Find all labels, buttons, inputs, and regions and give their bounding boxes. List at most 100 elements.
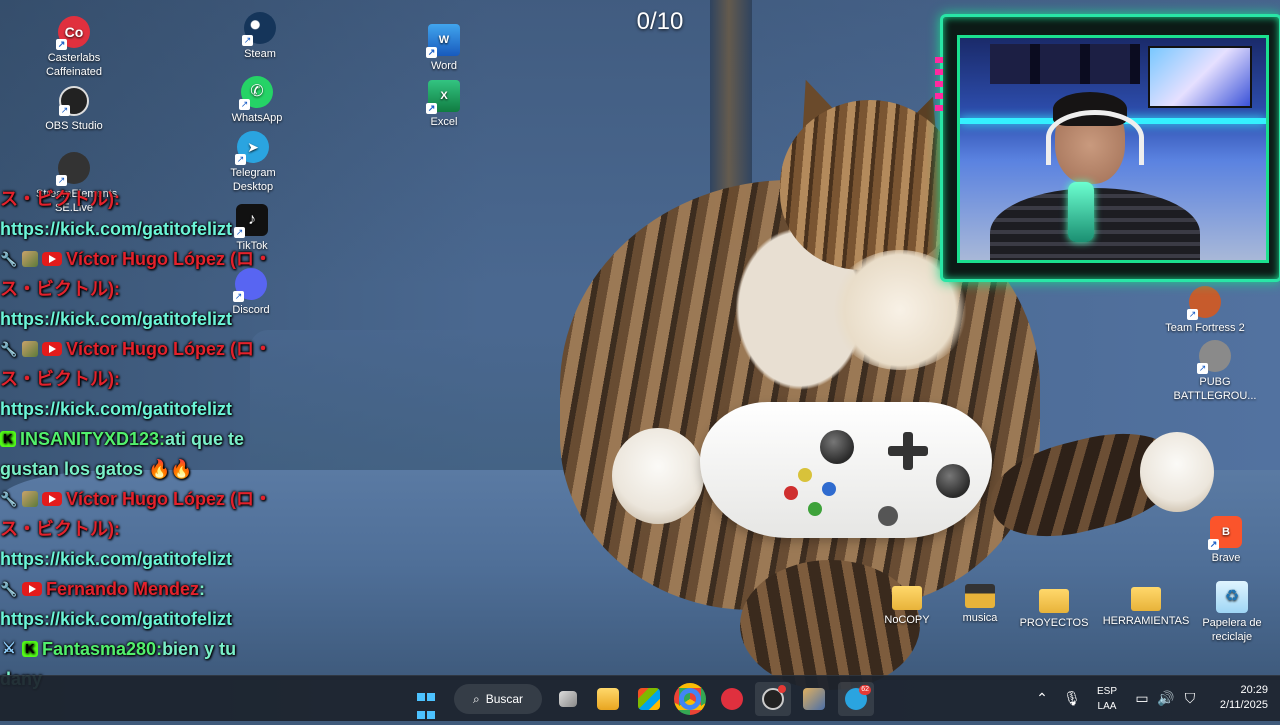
desktop-icon-label: PUBG BATTLEGROU... <box>1173 376 1257 402</box>
kick-icon: K <box>0 431 16 447</box>
clock-date: 2/11/2025 <box>1219 699 1268 711</box>
search-label: Buscar <box>485 692 524 706</box>
chat-username: Fernando Mendez <box>46 579 200 599</box>
taskbar-store[interactable] <box>631 682 667 716</box>
controller-x-button <box>822 482 836 496</box>
chevron-up-icon[interactable]: ⌃ <box>1030 690 1054 707</box>
volume-icon[interactable]: 🔊 <box>1154 690 1178 707</box>
wrench-icon: 🔧 <box>0 581 18 597</box>
obs-icon: ↗ <box>59 86 89 116</box>
clock-time: 20:29 <box>1240 684 1268 696</box>
controller-left-stick <box>820 430 854 464</box>
chat-line: 🔧 Víctor Hugo López (ロ・ <box>0 244 290 274</box>
youtube-icon <box>42 342 62 356</box>
taskbar-obs[interactable] <box>755 682 791 716</box>
youtube-icon <box>22 582 42 596</box>
desktop-icon-brave[interactable]: B ↗ Brave <box>1188 516 1264 565</box>
desktop-icon-label: Casterlabs Caffeinated <box>45 52 103 78</box>
desktop-icon-label: NoCOPY <box>884 614 930 626</box>
chat-username-continuation: ス・ビクトル): <box>0 189 120 209</box>
desktop-folder-nocopy[interactable]: NoCOPY <box>869 586 945 627</box>
taskbar-game[interactable] <box>796 682 832 716</box>
desktop-icon-label: Word <box>430 60 458 72</box>
system-tray: ⌃ 🎙 <box>1030 676 1084 721</box>
language-code: ESP <box>1096 686 1117 697</box>
controller-right-stick <box>936 464 970 498</box>
taskbar-file-explorer[interactable] <box>590 682 626 716</box>
chat-line: ス・ビクトル): <box>0 364 290 394</box>
desktop-icon-pubg[interactable]: ↗ PUBG BATTLEGROU... <box>1172 340 1258 403</box>
search-icon: ⌕ <box>472 691 480 706</box>
desktop-icon-word[interactable]: W ↗ Word <box>406 24 482 73</box>
chat-username-continuation: ス・ビクトル): <box>0 369 120 389</box>
folder-icon <box>892 586 922 610</box>
desktop-folder-herramientas[interactable]: HERRAMIENTAS <box>1102 587 1190 628</box>
chat-link: https://kick.com/gatitofelizt <box>0 609 233 629</box>
sword-icon: ⚔ <box>2 640 16 657</box>
windows-icon <box>416 689 436 719</box>
chat-message: bien y tu <box>162 639 237 659</box>
microphone-icon[interactable]: 🎙 <box>1060 690 1084 707</box>
chat-username: Fantasma280: <box>42 639 163 659</box>
chat-line: ス・ビクトル): <box>0 514 290 544</box>
excel-icon: X ↗ <box>426 80 460 114</box>
chat-link: https://kick.com/gatitofelizt <box>0 309 233 329</box>
desktop-icon-whatsapp[interactable]: ✆ ↗ WhatsApp <box>219 76 295 125</box>
taskbar-search[interactable]: ⌕ Buscar <box>454 684 542 714</box>
pubg-icon: ↗ <box>1197 340 1231 374</box>
chat-line: 🔧 Fernando Mendez : <box>0 574 290 604</box>
streamelements-icon: ↗ <box>56 152 90 186</box>
taskbar-telegram[interactable]: 62 <box>838 682 874 716</box>
avatar <box>22 491 38 507</box>
controller-dpad-vertical <box>903 432 913 470</box>
caffeinated-icon: Co ↗ <box>56 16 90 50</box>
chat-message: gustan los gatos 🔥🔥 <box>0 459 193 479</box>
wrench-icon: 🔧 <box>0 341 18 357</box>
taskbar-clock[interactable]: 20:29 2/11/2025 <box>1198 683 1268 713</box>
controller-a-button <box>808 502 822 516</box>
chat-line: 🔧 Víctor Hugo López (ロ・ <box>0 484 290 514</box>
desktop-icon-label: Papelera de reciclaje <box>1202 617 1262 643</box>
controller-y-button <box>798 468 812 482</box>
chat-line: ⚔ K Fantasma280: bien y tu <box>0 634 290 664</box>
taskbar-caffeinated[interactable] <box>714 682 750 716</box>
team-fortress-icon: ↗ <box>1187 286 1221 320</box>
desktop-icon-caffeinated[interactable]: Co ↗ Casterlabs Caffeinated <box>36 16 112 79</box>
xbox-logo-icon <box>878 506 898 526</box>
chat-link: https://kick.com/gatitofelizt <box>0 549 233 569</box>
youtube-icon <box>42 252 62 266</box>
chat-username: Víctor Hugo López (ロ・ <box>66 339 272 359</box>
network-icon[interactable]: ▭ <box>1130 690 1154 707</box>
goal-counter: 0/10 <box>636 8 684 35</box>
desktop-icon-excel[interactable]: X ↗ Excel <box>406 80 482 129</box>
cat-paw-left <box>612 428 704 524</box>
game-controller <box>700 402 992 538</box>
wrench-icon: 🔧 <box>0 251 18 267</box>
chat-line: https://kick.com/gatitofelizt <box>0 544 290 574</box>
notification-badge: 62 <box>859 685 871 695</box>
webcam-monitor <box>1148 46 1252 108</box>
desktop-icon-steam[interactable]: ↗ Steam <box>222 12 298 61</box>
start-button[interactable] <box>408 682 444 719</box>
folder-icon <box>965 584 995 608</box>
webcam-video <box>957 35 1269 263</box>
desktop-folder-musica[interactable]: musica <box>942 584 1018 625</box>
controller-b-button <box>784 486 798 500</box>
desktop-icon-obs[interactable]: ↗ OBS Studio <box>36 86 112 133</box>
word-icon: W ↗ <box>426 24 460 58</box>
chat-username: INSANITYXD123: <box>20 429 166 449</box>
task-view-icon <box>559 691 577 707</box>
kick-icon: K <box>22 641 38 657</box>
file-explorer-icon <box>597 688 619 710</box>
language-indicator[interactable]: ESP LAA <box>1090 684 1124 714</box>
desktop-icon-tf2[interactable]: ↗ Team Fortress 2 <box>1162 286 1248 335</box>
desktop-folder-proyectos[interactable]: PROYECTOS <box>1016 589 1092 630</box>
desktop-icon-recycle-bin[interactable]: ♻ Papelera de reciclaje <box>1194 581 1270 644</box>
taskbar-chrome[interactable] <box>672 682 708 716</box>
task-view-button[interactable] <box>550 682 586 716</box>
cat-paw-right <box>1140 432 1214 512</box>
chrome-icon <box>674 683 706 715</box>
desktop-icon-label: OBS Studio <box>45 120 103 132</box>
chat-line: https://kick.com/gatitofelizt <box>0 394 290 424</box>
chat-username: Víctor Hugo López (ロ・ <box>66 249 272 269</box>
